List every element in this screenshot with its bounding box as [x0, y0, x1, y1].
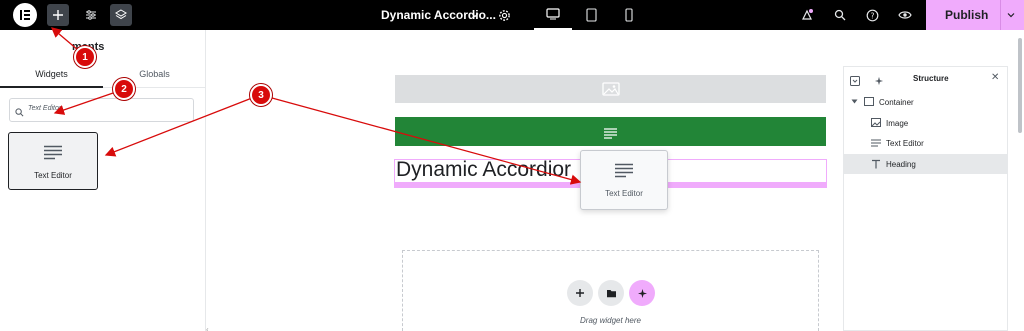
- arrow-3a: [104, 97, 253, 157]
- annotation-badge-2: 2: [113, 78, 135, 100]
- arrow-3b: [271, 97, 582, 185]
- arrow-2: [53, 91, 117, 115]
- arrow-1: [51, 27, 79, 51]
- annotation-badge-1: 1: [74, 46, 96, 68]
- annotation-badge-3: 3: [250, 84, 272, 106]
- annotation-arrows: [51, 27, 582, 185]
